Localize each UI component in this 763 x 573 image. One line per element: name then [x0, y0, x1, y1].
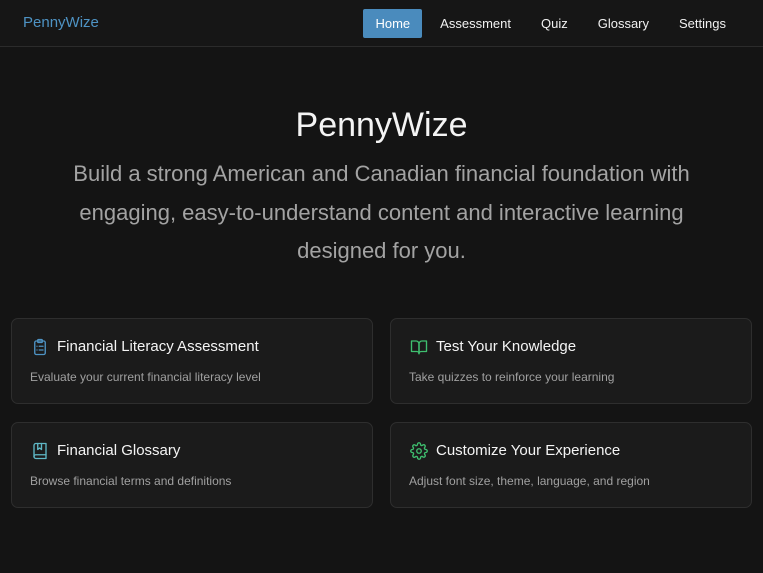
card-quiz[interactable]: Test Your Knowledge Take quizzes to rein…: [390, 318, 752, 404]
nav-item-settings[interactable]: Settings: [667, 9, 738, 38]
navbar: PennyWize Home Assessment Quiz Glossary …: [0, 0, 763, 47]
nav-item-glossary[interactable]: Glossary: [586, 9, 661, 38]
page: PennyWize Home Assessment Quiz Glossary …: [0, 0, 763, 573]
nav-item-assessment[interactable]: Assessment: [428, 9, 523, 38]
card-glossary[interactable]: Financial Glossary Browse financial term…: [11, 422, 373, 508]
card-assessment[interactable]: Financial Literacy Assessment Evaluate y…: [11, 318, 373, 404]
card-description: Take quizzes to reinforce your learning: [409, 370, 615, 384]
brand-logo-link[interactable]: PennyWize: [23, 13, 99, 33]
nav-item-home[interactable]: Home: [363, 9, 423, 38]
bookmark-book-icon: [33, 442, 47, 460]
gear-icon: [410, 442, 428, 460]
card-description: Evaluate your current financial literacy…: [30, 370, 261, 384]
nav-item-quiz[interactable]: Quiz: [529, 9, 580, 38]
card-title: Customize Your Experience: [436, 442, 621, 459]
nav-links: Home Assessment Quiz Glossary Settings: [357, 9, 738, 38]
card-settings[interactable]: Customize Your Experience Adjust font si…: [390, 422, 752, 508]
card-description: Browse financial terms and definitions: [30, 474, 232, 488]
book-open-icon: [410, 340, 428, 355]
card-title: Financial Literacy Assessment: [57, 338, 259, 355]
card-description: Adjust font size, theme, language, and r…: [409, 474, 650, 488]
hero-subtitle: Build a strong American and Canadian fin…: [73, 161, 690, 263]
card-title: Test Your Knowledge: [436, 338, 577, 355]
hero-title: PennyWize: [295, 106, 468, 144]
card-title: Financial Glossary: [57, 442, 181, 459]
clipboard-list-icon: [34, 338, 46, 356]
